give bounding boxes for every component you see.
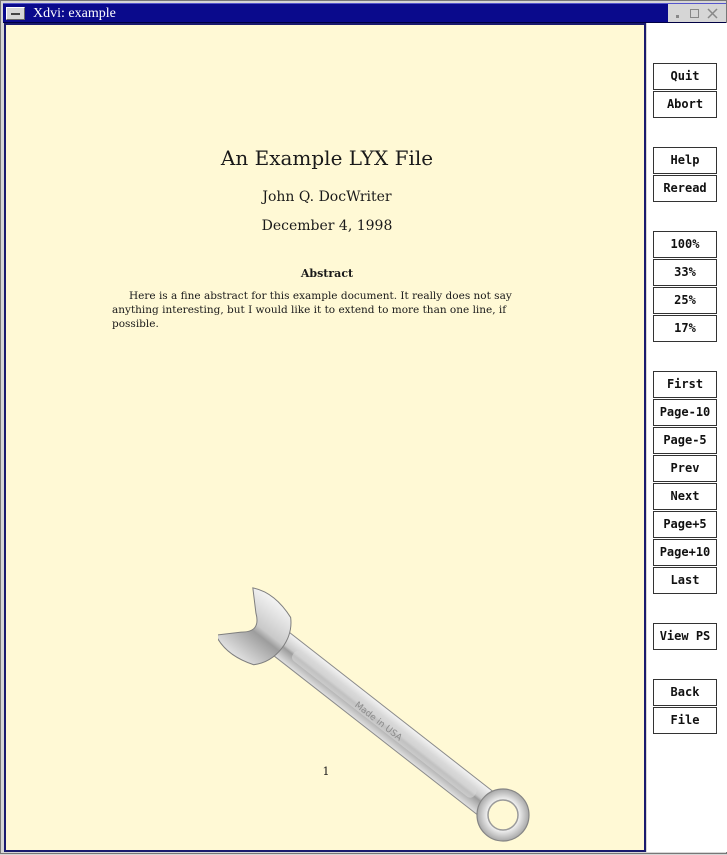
last-page-button[interactable]: Last [653,567,717,594]
dvi-page[interactable]: An Example LYX File John Q. DocWriter De… [4,23,646,852]
close-icon[interactable] [706,7,719,20]
prev-page-button[interactable]: Prev [653,455,717,482]
maximize-icon[interactable] [688,7,701,20]
zoom-17-button[interactable]: 17% [653,315,717,342]
abort-button[interactable]: Abort [653,91,717,118]
zoom-100-button[interactable]: 100% [653,231,717,258]
page-plus-5-button[interactable]: Page+5 [653,511,717,538]
next-page-button[interactable]: Next [653,483,717,510]
view-ps-button[interactable]: View PS [653,623,717,650]
back-button[interactable]: Back [653,679,717,706]
document-title: An Example LYX File [220,146,434,170]
page-number: 1 [322,765,330,778]
abstract-text: Here is a fine abstract for this example… [112,290,512,330]
xdvi-button-panel: Quit Abort Help Reread 100% 33% 25% 17% … [647,23,727,852]
title-bar[interactable]: Xdvi: example [3,3,726,23]
quit-button[interactable]: Quit [653,63,717,90]
document-date: December 4, 1998 [261,218,393,234]
wrench-icon: Made in USA [218,587,530,842]
window-title: Xdvi: example [33,6,116,21]
window-menu-icon[interactable] [6,7,25,20]
zoom-33-button[interactable]: 33% [653,259,717,286]
window-controls [668,4,726,22]
page-minus-10-button[interactable]: Page-10 [653,399,717,426]
minimize-icon[interactable] [670,7,683,20]
abstract-heading: Abstract [300,267,354,280]
help-button[interactable]: Help [653,147,717,174]
page-plus-10-button[interactable]: Page+10 [653,539,717,566]
zoom-25-button[interactable]: 25% [653,287,717,314]
document-author: John Q. DocWriter [262,189,392,205]
reread-button[interactable]: Reread [653,175,717,202]
first-page-button[interactable]: First [653,371,717,398]
page-minus-5-button[interactable]: Page-5 [653,427,717,454]
xdvi-window: Xdvi: example An Example LYX File John Q… [0,0,727,854]
file-button[interactable]: File [653,707,717,734]
